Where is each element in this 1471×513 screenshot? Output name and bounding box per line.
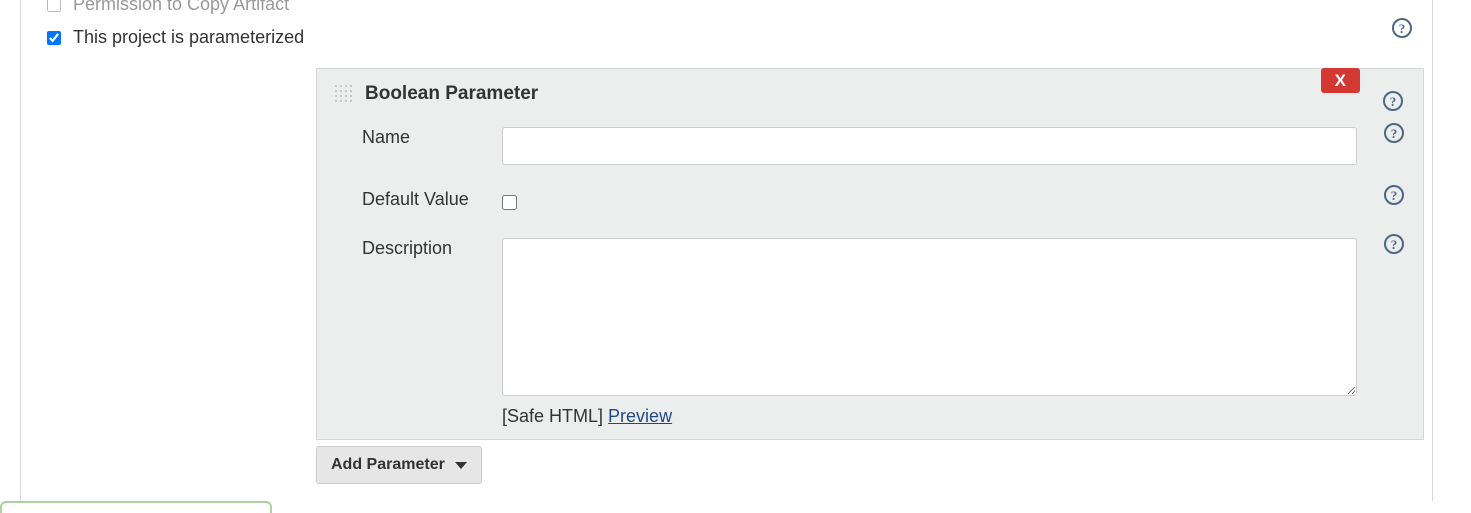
- permission-copy-artifact-checkbox[interactable]: [47, 0, 61, 12]
- default-value-label: Default Value: [317, 177, 502, 226]
- preview-link[interactable]: Preview: [608, 406, 672, 426]
- parameter-type-title: Boolean Parameter: [365, 83, 538, 105]
- boolean-parameter-panel: X Boolean Parameter: [316, 68, 1424, 440]
- safe-html-hint: [Safe HTML]: [502, 406, 603, 426]
- name-row: Name ?: [317, 115, 1423, 177]
- help-icon[interactable]: ?: [1384, 123, 1404, 143]
- project-parameterized-option: This project is parameterized: [47, 21, 1432, 54]
- help-icon[interactable]: ?: [1383, 91, 1403, 111]
- description-textarea[interactable]: [502, 238, 1357, 396]
- name-input[interactable]: [502, 127, 1357, 165]
- help-icon[interactable]: ?: [1392, 18, 1412, 38]
- help-icon[interactable]: ?: [1384, 234, 1404, 254]
- drag-handle-icon[interactable]: [333, 83, 355, 105]
- permission-copy-artifact-option: Permission to Copy Artifact: [47, 0, 1432, 21]
- name-label: Name: [317, 115, 502, 177]
- default-value-row: Default Value ?: [317, 177, 1423, 226]
- permission-copy-artifact-label: Permission to Copy Artifact: [73, 0, 289, 15]
- add-parameter-button[interactable]: Add Parameter: [316, 446, 482, 484]
- svg-text:?: ?: [1391, 237, 1398, 252]
- help-icon[interactable]: ?: [1384, 185, 1404, 205]
- svg-text:?: ?: [1391, 188, 1398, 203]
- svg-text:?: ?: [1399, 21, 1406, 36]
- project-parameterized-label: This project is parameterized: [73, 27, 304, 48]
- chevron-down-icon: [455, 462, 467, 469]
- default-value-checkbox[interactable]: [502, 195, 517, 210]
- tab-stub: [0, 501, 272, 513]
- description-row: Description [Safe HTML] Preview ?: [317, 226, 1423, 439]
- svg-text:?: ?: [1391, 126, 1398, 141]
- description-label: Description: [317, 226, 502, 439]
- project-parameterized-checkbox[interactable]: [47, 31, 61, 45]
- add-parameter-label: Add Parameter: [331, 456, 445, 474]
- svg-text:?: ?: [1390, 94, 1397, 109]
- description-note: [Safe HTML] Preview: [502, 406, 1357, 427]
